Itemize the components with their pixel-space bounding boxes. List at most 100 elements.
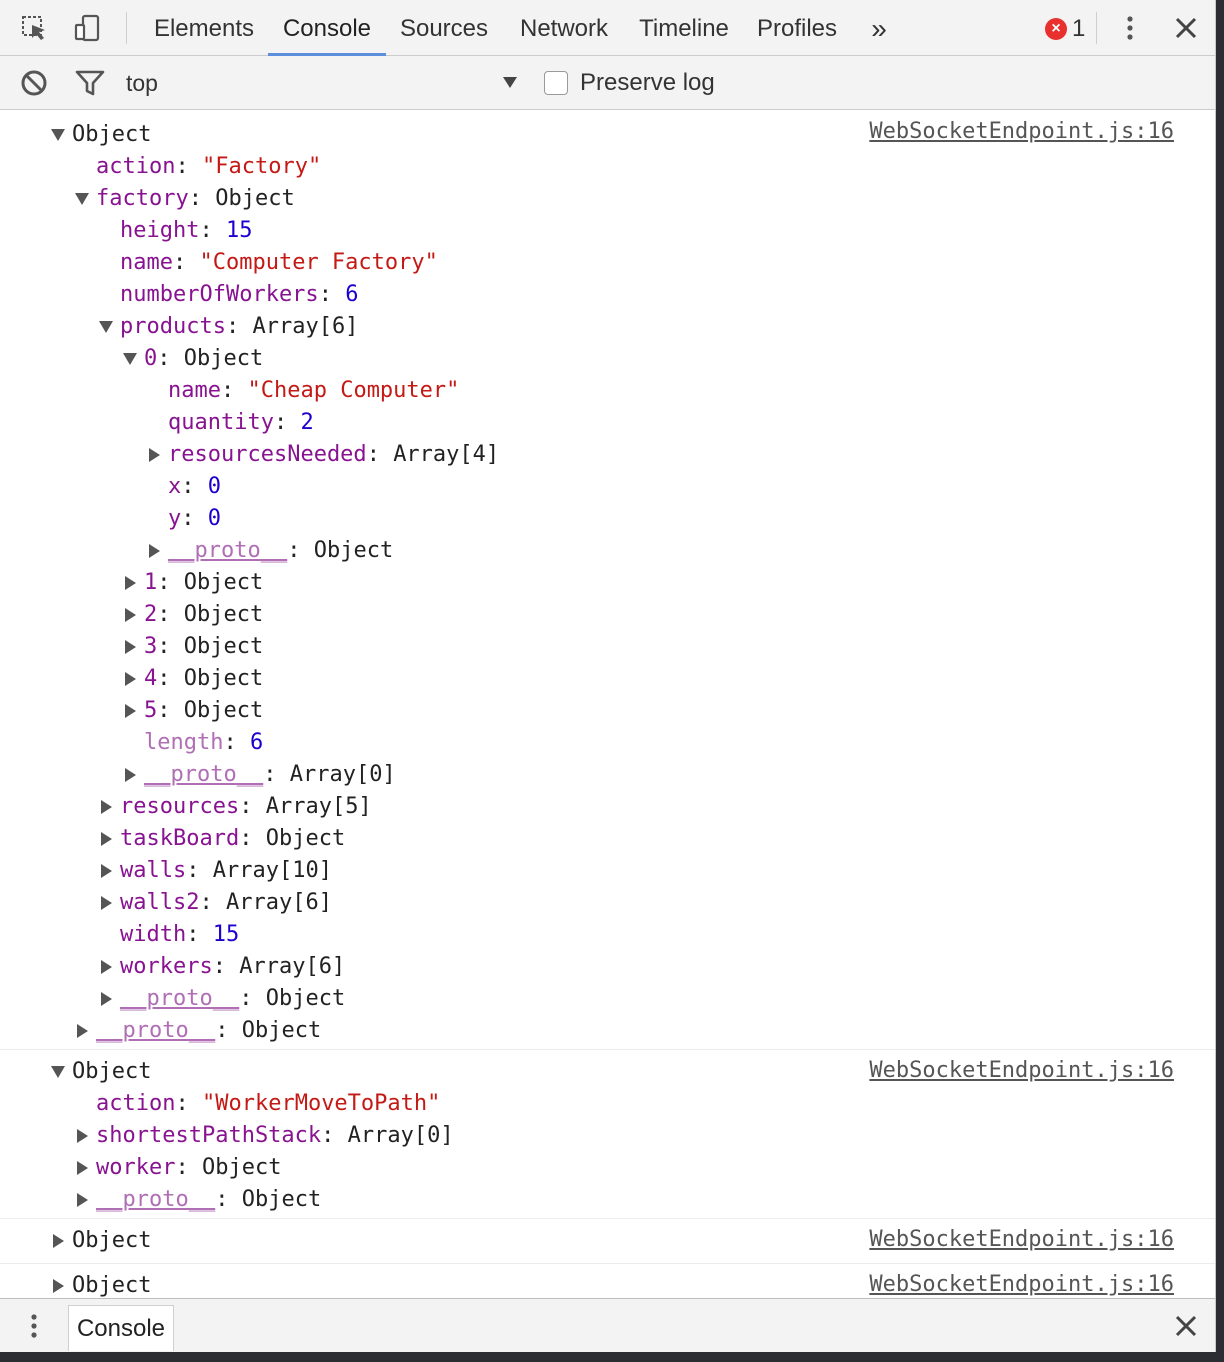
collapsed-triangle-icon[interactable] xyxy=(146,439,162,471)
tree-node[interactable]: __proto__: Object xyxy=(0,1184,1215,1216)
key-separator: : xyxy=(188,186,216,211)
error-count[interactable]: 1 xyxy=(1072,12,1085,46)
property-key: __proto__ xyxy=(168,538,288,563)
tree-node[interactable]: 2: Object xyxy=(0,599,1215,631)
close-icon[interactable] xyxy=(1170,12,1202,44)
collapsed-triangle-icon[interactable] xyxy=(122,599,138,631)
devtools-window: Elements Console Sources Network Timelin… xyxy=(0,0,1216,1352)
tab-profiles[interactable]: Profiles xyxy=(748,0,846,56)
collapsed-triangle-icon[interactable] xyxy=(122,759,138,791)
tree-node[interactable]: walls: Array[10] xyxy=(0,855,1215,887)
expanded-triangle-icon[interactable] xyxy=(122,343,138,375)
tree-node[interactable]: workers: Array[6] xyxy=(0,951,1215,983)
collapsed-triangle-icon[interactable] xyxy=(122,695,138,727)
collapsed-triangle-icon[interactable] xyxy=(122,567,138,599)
key-separator: : xyxy=(172,250,200,275)
tree-node[interactable]: __proto__: Object xyxy=(0,535,1215,567)
tree-node[interactable]: Object xyxy=(0,119,1215,151)
tree-node[interactable]: __proto__: Object xyxy=(0,1015,1215,1047)
collapsed-triangle-icon[interactable] xyxy=(98,951,114,983)
tree-node[interactable]: taskBoard: Object xyxy=(0,823,1215,855)
device-mode-icon[interactable] xyxy=(72,12,104,44)
property-key: __proto__ xyxy=(120,986,240,1011)
collapsed-triangle-icon[interactable] xyxy=(146,535,162,567)
collapsed-triangle-icon[interactable] xyxy=(50,1225,66,1257)
tree-node[interactable]: 5: Object xyxy=(0,695,1215,727)
property-value: Object xyxy=(72,1228,152,1253)
tree-node[interactable]: Object xyxy=(0,1056,1215,1088)
drawer-menu-icon[interactable] xyxy=(18,1310,50,1342)
tab-elements[interactable]: Elements xyxy=(142,0,266,56)
key-separator: : xyxy=(220,378,248,403)
collapsed-triangle-icon[interactable] xyxy=(74,1152,90,1184)
tree-node[interactable]: Object xyxy=(0,1225,1215,1257)
preserve-log-checkbox[interactable] xyxy=(544,71,568,95)
property-value: Object xyxy=(183,698,264,723)
tab-console[interactable]: Console xyxy=(268,0,386,56)
inspect-element-icon[interactable] xyxy=(18,12,50,44)
key-separator: : xyxy=(263,762,290,787)
collapsed-triangle-icon[interactable] xyxy=(122,663,138,695)
key-separator: : xyxy=(181,506,208,531)
property-value: Object xyxy=(265,826,346,851)
chevron-down-icon[interactable] xyxy=(500,72,520,92)
drawer-close-icon[interactable] xyxy=(1170,1310,1202,1342)
property-key: 2 xyxy=(144,602,158,627)
tree-node[interactable]: products: Array[6] xyxy=(0,311,1215,343)
expanded-triangle-icon[interactable] xyxy=(50,1056,66,1088)
tree-node[interactable]: __proto__: Array[0] xyxy=(0,759,1215,791)
tree-node[interactable]: Object xyxy=(0,1270,1215,1298)
collapsed-triangle-icon[interactable] xyxy=(98,855,114,887)
collapsed-triangle-icon[interactable] xyxy=(98,983,114,1015)
collapsed-triangle-icon[interactable] xyxy=(74,1184,90,1216)
expanded-triangle-icon[interactable] xyxy=(74,183,90,215)
collapsed-triangle-icon[interactable] xyxy=(98,823,114,855)
tree-node[interactable]: 0: Object xyxy=(0,343,1215,375)
tree-node[interactable]: __proto__: Object xyxy=(0,983,1215,1015)
key-separator: : xyxy=(157,698,184,723)
tree-node[interactable]: factory: Object xyxy=(0,183,1215,215)
tree-node[interactable]: 1: Object xyxy=(0,567,1215,599)
tab-network[interactable]: Network xyxy=(508,0,620,56)
tree-node[interactable]: walls2: Array[6] xyxy=(0,887,1215,919)
console-message: WebSocketEndpoint.js:16 Object action: "Wo… xyxy=(0,1050,1215,1219)
collapsed-triangle-icon[interactable] xyxy=(74,1120,90,1152)
tree-node[interactable]: 4: Object xyxy=(0,663,1215,695)
tab-sources[interactable]: Sources xyxy=(390,0,498,56)
filter-icon[interactable] xyxy=(74,67,106,99)
clear-console-icon[interactable] xyxy=(18,67,50,99)
error-icon[interactable]: × xyxy=(1045,18,1067,40)
property-value: Object xyxy=(183,634,264,659)
tab-timeline[interactable]: Timeline xyxy=(628,0,740,56)
property-key: 0 xyxy=(144,346,158,371)
key-separator: : xyxy=(157,570,184,595)
tree-node[interactable]: worker: Object xyxy=(0,1152,1215,1184)
console-messages: WebSocketEndpoint.js:16 Object action: "Fa… xyxy=(0,111,1215,1298)
key-separator: : xyxy=(157,346,184,371)
collapsed-triangle-icon[interactable] xyxy=(122,631,138,663)
tree-node[interactable]: 3: Object xyxy=(0,631,1215,663)
property-key: products xyxy=(120,314,226,339)
context-selector[interactable]: top xyxy=(126,68,158,98)
key-separator: : xyxy=(175,154,202,179)
collapsed-triangle-icon[interactable] xyxy=(74,1015,90,1047)
more-tabs-button[interactable]: » xyxy=(862,0,896,56)
kebab-menu-icon[interactable] xyxy=(1114,12,1146,44)
collapsed-triangle-icon[interactable] xyxy=(98,887,114,919)
tree-node[interactable]: resources: Array[5] xyxy=(0,791,1215,823)
key-separator: : xyxy=(199,890,226,915)
key-separator: : xyxy=(215,1187,242,1212)
tree-node[interactable]: shortestPathStack: Array[0] xyxy=(0,1120,1215,1152)
expanded-triangle-icon[interactable] xyxy=(98,311,114,343)
property-value: 15 xyxy=(225,218,253,243)
property-value: Object xyxy=(241,1187,322,1212)
tree-node[interactable]: resourcesNeeded: Array[4] xyxy=(0,439,1215,471)
property-value: Object xyxy=(72,1059,152,1084)
collapsed-triangle-icon[interactable] xyxy=(50,1270,66,1298)
expanded-triangle-icon[interactable] xyxy=(50,119,66,151)
tree-node: action: "WorkerMoveToPath" xyxy=(0,1088,1215,1120)
key-separator: : xyxy=(239,986,266,1011)
drawer-tab-console[interactable]: Console xyxy=(68,1305,174,1351)
collapsed-triangle-icon[interactable] xyxy=(98,791,114,823)
property-value: 0 xyxy=(207,474,221,499)
